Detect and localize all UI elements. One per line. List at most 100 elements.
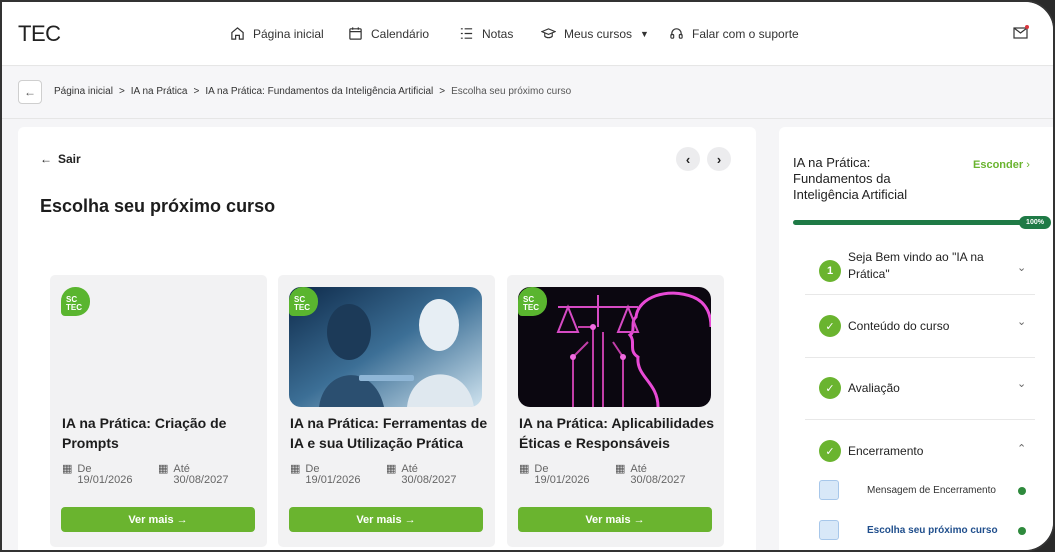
end-date-value: 30/08/2027	[401, 474, 457, 486]
divider	[805, 357, 1035, 358]
calendar-icon: ▦	[519, 463, 530, 475]
check-icon: ✓	[819, 315, 841, 337]
module-label: Avaliação	[848, 381, 900, 395]
app-window: TEC Página inicial Calendário Notas Meus…	[0, 0, 1055, 552]
breadcrumb: Página inicial > IA na Prática > IA na P…	[54, 86, 571, 97]
nav-home[interactable]: Página inicial	[230, 26, 324, 41]
start-date-value: 19/01/2026	[534, 474, 590, 486]
calendar-icon	[349, 27, 362, 40]
divider	[805, 419, 1035, 420]
top-navbar: TEC Página inicial Calendário Notas Meus…	[2, 2, 1053, 66]
hide-label: Esconder	[973, 159, 1024, 171]
breadcrumb-separator: >	[193, 86, 200, 97]
progress-percent: 100%	[1019, 216, 1051, 229]
completed-icon	[1018, 487, 1026, 495]
module-number: 1	[819, 260, 841, 282]
nav-grades-label: Notas	[482, 26, 514, 41]
see-more-button[interactable]: Ver mais →	[61, 507, 255, 532]
check-icon: ✓	[819, 377, 841, 399]
back-button[interactable]: ←	[18, 80, 42, 104]
chevron-down-icon: ⌄	[1017, 316, 1027, 328]
module-label: Encerramento	[848, 444, 924, 458]
start-date: ▦ De 19/01/2026	[290, 464, 360, 486]
nav-support-label: Falar com o suporte	[692, 26, 799, 41]
carousel-next-button[interactable]: ›	[707, 147, 731, 171]
chevron-right-icon: ›	[1026, 159, 1030, 171]
chevron-right-icon: ›	[716, 151, 722, 167]
start-date-value: 19/01/2026	[305, 474, 361, 486]
breadcrumb-current: Escolha seu próximo curso	[451, 86, 572, 97]
mail-icon[interactable]	[1013, 24, 1029, 40]
exit-label: Sair	[58, 152, 81, 166]
start-date: ▦ De 19/01/2026	[519, 464, 589, 486]
sctec-logo: SC TEC	[61, 287, 90, 316]
course-index-sidebar: IA na Prática: Fundamentos da Inteligênc…	[779, 127, 1053, 550]
hide-sidebar-button[interactable]: Esconder ›	[973, 159, 1030, 171]
activity-label: Escolha seu próximo curso	[867, 525, 998, 536]
sctec-logo: SC TEC	[518, 287, 547, 316]
start-date: ▦ De 19/01/2026	[62, 464, 132, 486]
progress-bar	[793, 220, 1023, 225]
exit-link[interactable]: ← Sair	[40, 152, 81, 166]
breadcrumb-item[interactable]: IA na Prática: Fundamentos da Inteligênc…	[205, 86, 433, 97]
document-icon	[819, 480, 839, 500]
page-title: Escolha seu próximo curso	[40, 196, 276, 216]
home-icon	[231, 27, 244, 40]
nav-my-courses[interactable]: Meus cursos ▼	[541, 26, 649, 41]
start-date-value: 19/01/2026	[77, 474, 133, 486]
divider	[805, 294, 1035, 295]
arrow-left-icon: ←	[24, 85, 36, 99]
course-card: SC TEC IA na Prática: Aplicabilidades Ét…	[507, 275, 724, 547]
chevron-up-icon: ⌃	[1017, 443, 1027, 455]
course-card: SC TEC IA na Prática: Ferramentas de IA …	[278, 275, 495, 547]
check-icon: ✓	[819, 440, 841, 462]
breadcrumb-item[interactable]: IA na Prática	[131, 86, 188, 97]
end-date-value: 30/08/2027	[630, 474, 686, 486]
end-date: ▦ Até 30/08/2027	[386, 464, 456, 486]
activity-label: Mensagem de Encerramento	[867, 485, 996, 496]
module-label: Conteúdo do curso	[848, 319, 950, 333]
see-more-button[interactable]: Ver mais →	[518, 507, 712, 532]
nav-calendar-label: Calendário	[371, 26, 430, 41]
course-card: SC TEC IA na Prática: Criação de Prompts…	[50, 275, 267, 547]
course-image	[518, 287, 711, 407]
nav-my-courses-label: Meus cursos	[564, 26, 633, 41]
chevron-down-icon: ⌄	[1017, 378, 1027, 390]
activity-item[interactable]: Mensagem de Encerramento	[819, 480, 1049, 504]
nav-support[interactable]: Falar com o suporte	[669, 26, 799, 41]
course-title: IA na Prática: Aplicabilidades Éticas e …	[519, 415, 715, 451]
course-title: IA na Prática: Fundamentos da Inteligênc…	[793, 155, 908, 202]
end-date: ▦ Até 30/08/2027	[615, 464, 685, 486]
breadcrumb-separator: >	[439, 86, 446, 97]
end-date-value: 30/08/2027	[173, 474, 229, 486]
list-icon	[460, 28, 473, 39]
graduation-cap-icon	[541, 28, 556, 39]
calendar-icon: ▦	[158, 463, 169, 475]
module-label: Seja Bem vindo ao "IA na Prática"	[848, 250, 984, 281]
arrow-left-icon: ←	[40, 152, 52, 166]
headset-icon	[670, 28, 683, 39]
main-panel: ← Sair ‹ › Escolha seu próximo curso SC …	[18, 127, 756, 550]
activity-item-current[interactable]: Escolha seu próximo curso	[819, 520, 1049, 544]
calendar-icon: ▦	[290, 463, 301, 475]
course-title: IA na Prática: Ferramentas de IA e sua U…	[290, 415, 488, 451]
chevron-down-icon: ▼	[640, 28, 649, 39]
course-image	[289, 287, 482, 407]
end-date: ▦ Até 30/08/2027	[158, 464, 228, 486]
logo[interactable]: TEC	[18, 21, 61, 47]
breadcrumb-bar: ← Página inicial > IA na Prática > IA na…	[2, 67, 1053, 119]
document-icon	[819, 520, 839, 540]
calendar-icon: ▦	[386, 463, 397, 475]
course-title: IA na Prática: Criação de Prompts	[62, 415, 227, 451]
nav-grades[interactable]: Notas	[459, 26, 513, 41]
chevron-down-icon: ⌄	[1017, 262, 1027, 274]
breadcrumb-separator: >	[118, 86, 125, 97]
completed-icon	[1018, 527, 1026, 535]
see-more-button[interactable]: Ver mais →	[289, 507, 483, 532]
nav-calendar[interactable]: Calendário	[348, 26, 429, 41]
calendar-icon: ▦	[62, 463, 73, 475]
sctec-logo: SC TEC	[289, 287, 318, 316]
carousel-prev-button[interactable]: ‹	[676, 147, 700, 171]
calendar-icon: ▦	[615, 463, 626, 475]
breadcrumb-item[interactable]: Página inicial	[54, 86, 113, 97]
